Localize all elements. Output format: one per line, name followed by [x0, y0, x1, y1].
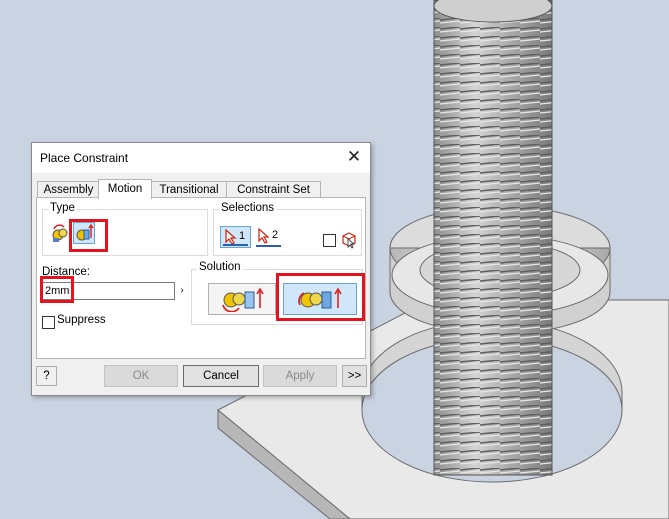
- place-constraint-dialog: Place Constraint ✕ Assembly Motion Trans…: [31, 142, 371, 396]
- selection-2-label: 2: [272, 229, 279, 241]
- solution-forward-button[interactable]: [208, 283, 276, 315]
- selection-1-button[interactable]: 1: [220, 226, 251, 248]
- selection-1-label: 1: [239, 230, 246, 242]
- threaded-rod: [433, 0, 553, 476]
- forward-solution-icon: [222, 287, 264, 312]
- dialog-title: Place Constraint: [40, 151, 129, 165]
- type-label: Type: [48, 202, 77, 214]
- motion-panel: Type Selections 1 2 Distance: 2mm › Solu…: [36, 197, 366, 359]
- more-options-button[interactable]: >>: [342, 365, 367, 387]
- help-button[interactable]: ?: [36, 366, 57, 386]
- tab-transitional[interactable]: Transitional: [151, 181, 227, 198]
- selection-1-underline: [223, 244, 248, 246]
- distance-highlight-box: [40, 276, 74, 303]
- selection-2-underline: [256, 245, 281, 247]
- suppress-label: Suppress: [57, 314, 106, 326]
- tab-constraint-set[interactable]: Constraint Set: [226, 181, 321, 198]
- ok-button[interactable]: OK: [104, 365, 178, 387]
- tab-assembly[interactable]: Assembly: [37, 181, 100, 198]
- help-icon: ?: [43, 370, 50, 382]
- apply-button[interactable]: Apply: [263, 365, 337, 387]
- tab-motion[interactable]: Motion: [98, 179, 152, 199]
- distance-arrow-icon[interactable]: ›: [175, 282, 189, 300]
- cursor-arrow-icon: [225, 229, 237, 245]
- rotation-type-icon[interactable]: [51, 224, 69, 244]
- first-selection-checkbox[interactable]: [323, 234, 336, 247]
- solution-highlight-box: [276, 273, 365, 321]
- cursor-arrow-icon: [258, 228, 270, 244]
- selection-2-button[interactable]: 2: [254, 226, 285, 248]
- type-highlight-box: [69, 219, 108, 252]
- pick-part-first-icon[interactable]: [340, 230, 358, 249]
- cancel-button[interactable]: Cancel: [183, 365, 259, 387]
- selections-label: Selections: [219, 202, 277, 214]
- title-bar[interactable]: Place Constraint ✕: [32, 143, 370, 173]
- solution-label: Solution: [197, 261, 243, 273]
- close-icon[interactable]: ✕: [344, 147, 364, 167]
- suppress-checkbox[interactable]: [42, 316, 55, 329]
